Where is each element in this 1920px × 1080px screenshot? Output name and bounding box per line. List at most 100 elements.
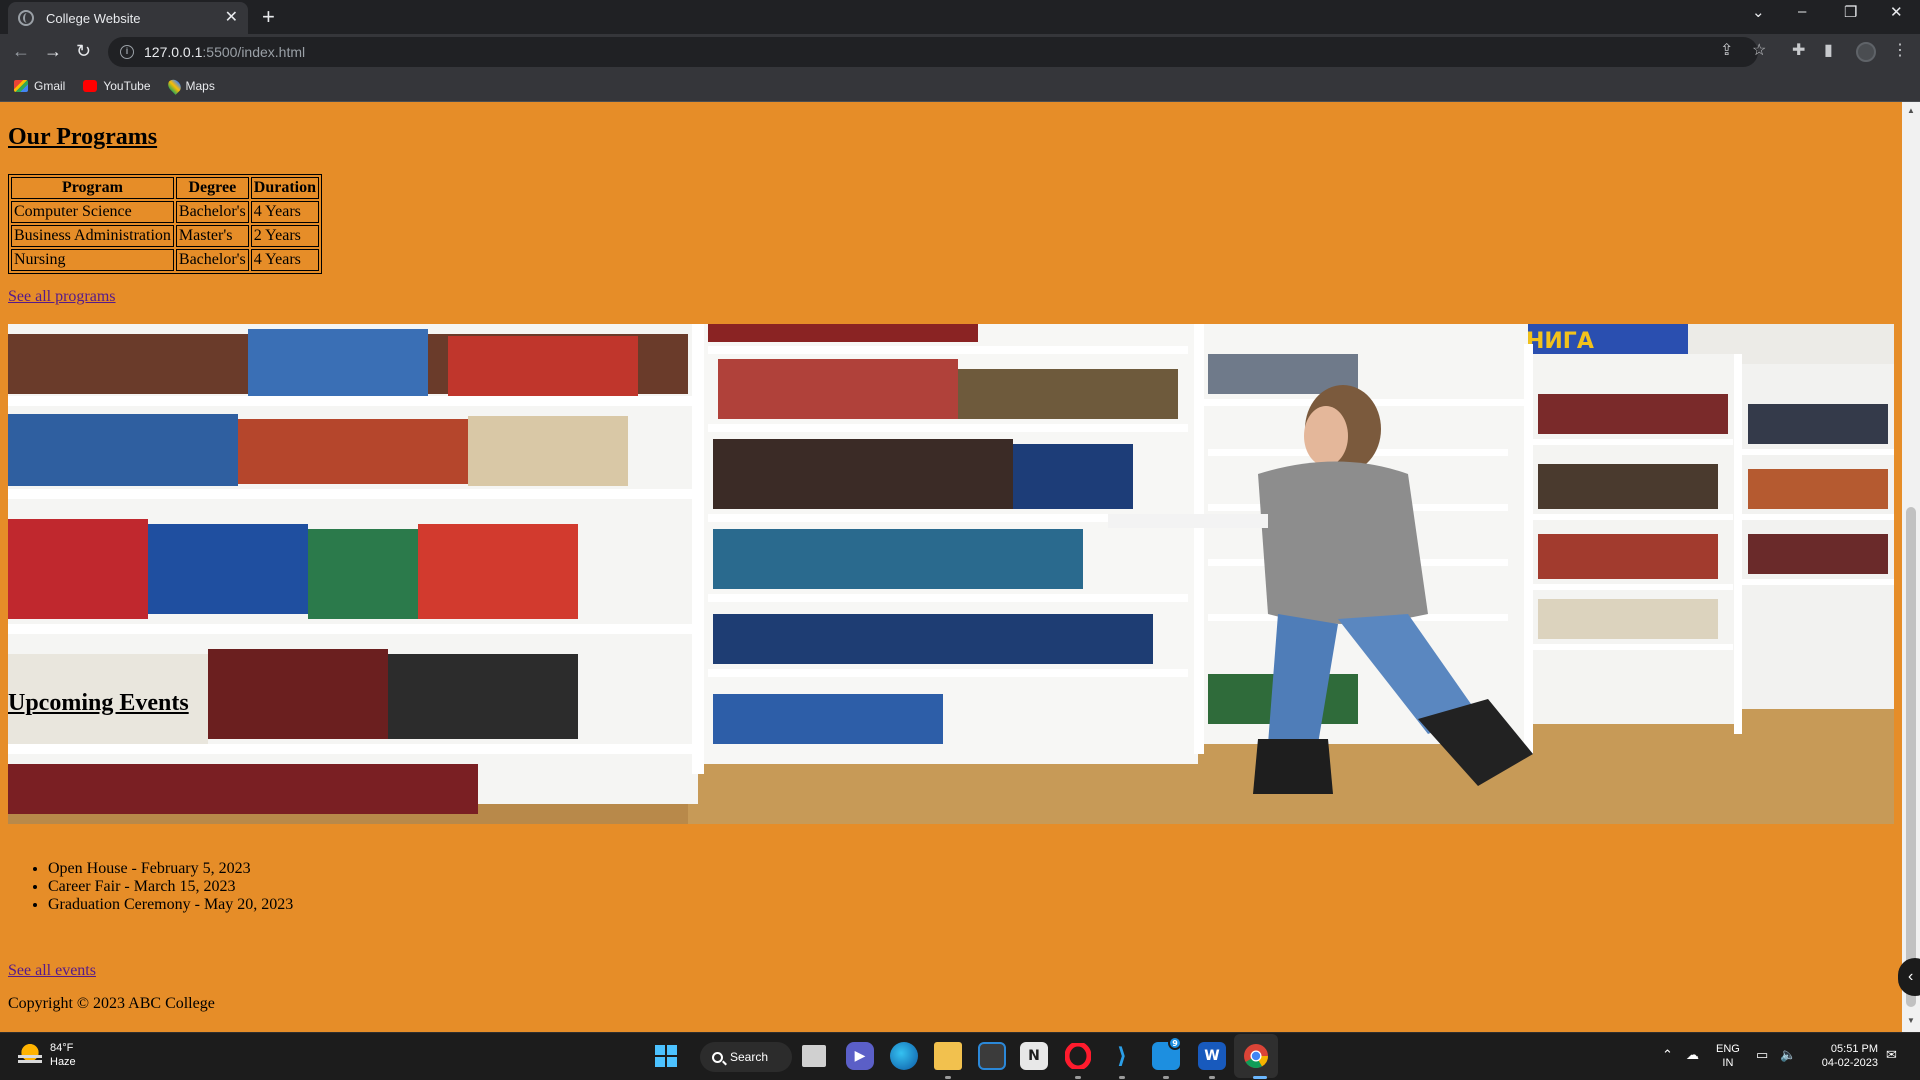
minimize-icon[interactable]: – [1798,3,1806,20]
table-header-row: Program Degree Duration [11,177,319,199]
list-item: Career Fair - March 15, 2023 [48,878,293,896]
bookmark-label: Maps [185,78,215,93]
tab-title: College Website [46,10,141,26]
scroll-up-icon[interactable]: ▲ [1907,106,1915,115]
events-heading: Upcoming Events [8,690,189,716]
menu-icon[interactable]: ⋮ [1892,42,1908,60]
volume-icon[interactable]: 🔈 [1780,1047,1796,1063]
new-tab-icon[interactable]: + [262,6,275,28]
see-all-programs-link[interactable]: See all programs [8,288,116,306]
table-cell: Bachelor's [175,201,249,223]
extensions-icon[interactable]: ✚ [1792,42,1805,60]
page-scrollbar[interactable]: ▲ ▼ [1902,102,1920,1032]
haze-weather-icon [18,1043,42,1067]
programs-heading: Our Programs [8,124,158,150]
windows-taskbar: 84°F Haze Search ▶ N ⟩ 9 W ⌃ ☁ ENG IN ▭ … [0,1032,1920,1080]
tab-search-icon[interactable]: ⌄ [1752,3,1765,21]
browser-tab[interactable]: College Website ✕ [8,2,248,34]
search-label: Search [730,1050,769,1064]
list-item: Open House - February 5, 2023 [48,860,293,878]
running-indicator [1253,1076,1267,1079]
table-header: Program [11,177,174,199]
url-path: :5500/index.html [202,44,306,60]
bookmark-gmail[interactable]: Gmail [14,79,65,93]
share-icon[interactable]: ⇪ [1720,42,1733,60]
site-info-icon[interactable]: i [120,45,134,59]
events-list: Open House - February 5, 2023 Career Fai… [48,860,293,914]
running-indicator [1209,1076,1215,1079]
restore-icon[interactable]: ❐ [1844,3,1857,21]
store-icon[interactable] [978,1042,1006,1070]
bookmark-label: Gmail [34,78,66,93]
bookmark-youtube[interactable]: YouTube [83,78,151,93]
lang-code: ENG [1716,1043,1740,1055]
profile-avatar[interactable] [1856,42,1876,62]
messaging-icon[interactable]: 9 [1152,1036,1182,1070]
table-cell: 4 Years [250,249,319,271]
task-view-icon[interactable] [802,1045,826,1067]
file-explorer-icon[interactable] [934,1042,962,1070]
list-item: Graduation Ceremony - May 20, 2023 [48,896,293,914]
word-icon[interactable]: W [1198,1042,1226,1070]
edge-icon[interactable] [890,1042,918,1070]
library-illustration: КНИГА [8,324,1894,824]
url-host: 127.0.0.1 [144,44,203,60]
bookmark-label: YouTube [103,78,151,93]
see-all-events-link[interactable]: See all events [8,962,96,980]
forward-icon[interactable]: → [44,41,62,61]
show-hidden-icons[interactable]: ⌃ [1662,1047,1673,1063]
table-row: Business Administration Master's 2 Years [11,225,319,247]
language-indicator[interactable]: ENG IN [1716,1042,1740,1070]
network-icon[interactable]: ▭ [1756,1047,1768,1063]
table-row: Nursing Bachelor's 4 Years [11,249,319,271]
browser-toolbar: ← → ↻ i 127.0.0.1:5500/index.html ⇪ ☆ ✚ … [0,34,1920,70]
close-tab-icon[interactable]: ✕ [225,10,238,26]
system-clock[interactable]: 05:51 PM 04-02-2023 [1812,1042,1878,1070]
bookmarks-bar: Gmail YouTube Maps [0,70,1920,102]
running-indicator [1163,1076,1169,1079]
table-cell: Computer Science [11,201,174,223]
taskbar-search[interactable]: Search [700,1042,792,1072]
globe-icon [18,10,34,26]
close-window-icon[interactable]: ✕ [1890,3,1903,21]
weather-temp: 84°F [50,1042,74,1054]
notification-badge: 9 [1168,1036,1182,1050]
table-cell: 4 Years [250,201,319,223]
table-header: Degree [175,177,249,199]
running-indicator [1075,1076,1081,1079]
scrollbar-thumb[interactable] [1906,507,1916,1007]
lang-region: IN [1722,1057,1734,1069]
copyright-text: Copyright © 2023 ABC College [8,995,215,1012]
chrome-icon[interactable] [1242,1042,1270,1070]
table-header: Duration [250,177,319,199]
vscode-icon[interactable]: ⟩ [1108,1042,1136,1070]
table-cell: Business Administration [11,225,174,247]
collapse-panel-icon[interactable]: ‹ [1898,958,1920,996]
side-panel-icon[interactable]: ▮ [1824,42,1833,60]
search-icon [712,1051,723,1063]
youtube-icon [83,79,98,92]
scroll-down-icon[interactable]: ▼ [1907,1016,1915,1025]
notion-icon[interactable]: N [1020,1042,1048,1070]
teams-chat-icon[interactable]: ▶ [846,1042,874,1070]
maps-pin-icon [165,76,183,95]
page-content: Our Programs Program Degree Duration Com… [0,102,1902,1032]
running-indicator [1119,1076,1125,1079]
onedrive-cloud-icon[interactable]: ☁ [1686,1047,1699,1063]
opera-icon[interactable] [1064,1042,1092,1070]
table-cell: 2 Years [250,225,319,247]
bookmark-star-icon[interactable]: ☆ [1752,42,1766,60]
weather-widget[interactable]: 84°F Haze [18,1041,76,1069]
table-cell: Master's [175,225,249,247]
table-cell: Nursing [11,249,174,271]
programs-table: Program Degree Duration Computer Science… [8,174,322,274]
windows-start-icon[interactable] [652,1042,680,1070]
bookmark-maps[interactable]: Maps [165,76,215,95]
back-icon[interactable]: ← [12,41,30,61]
address-bar[interactable]: i 127.0.0.1:5500/index.html [108,37,1758,67]
reload-icon[interactable]: ↻ [76,41,91,61]
notifications-icon[interactable]: ✉ [1886,1047,1897,1063]
library-photo: КНИГА [8,324,1894,824]
clock-time: 05:51 PM [1830,1043,1878,1055]
gmail-icon [14,79,28,92]
